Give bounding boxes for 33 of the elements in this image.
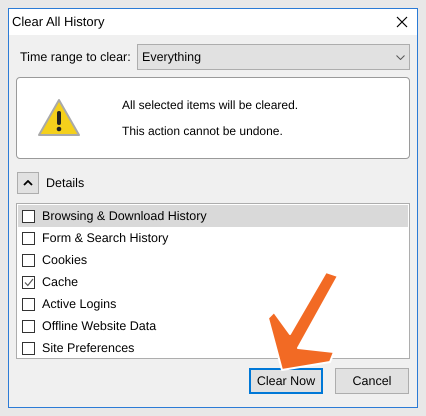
chevron-down-icon (396, 54, 405, 60)
warning-text: All selected items will be cleared. (122, 97, 298, 114)
item-label: Active Logins (42, 296, 116, 313)
dialog-button[interactable]: Clear Now (249, 368, 323, 394)
history-item[interactable]: Browsing & Download History (18, 205, 408, 227)
checkbox[interactable] (22, 232, 35, 244)
chevron-icon (23, 180, 33, 186)
history-item[interactable]: Cache (18, 271, 408, 293)
item-label: Form & Search History (42, 230, 168, 247)
window-title: Clear All History (12, 13, 104, 32)
item-label: Offline Website Data (42, 318, 156, 335)
item-label: Cache (42, 274, 78, 291)
item-label: Cookies (42, 252, 88, 269)
dialog-button[interactable]: Cancel (335, 368, 409, 394)
checkbox[interactable] (22, 254, 35, 266)
item-label: Site Preferences (42, 340, 134, 357)
history-item[interactable]: Site Preferences (18, 337, 408, 359)
history-item[interactable]: Active Logins (18, 293, 408, 315)
warning-icon (37, 98, 81, 138)
checkbox[interactable] (22, 276, 35, 288)
warning-text: This action cannot be undone. (122, 123, 284, 140)
checkbox[interactable] (22, 210, 35, 222)
history-item[interactable]: Form & Search History (18, 227, 408, 249)
checkbox[interactable] (22, 298, 35, 310)
history-item[interactable]: Cookies (18, 249, 408, 271)
time-range-label: Time range to clear: (20, 48, 132, 66)
checkbox[interactable] (22, 342, 35, 354)
checkbox[interactable] (22, 320, 35, 332)
history-item[interactable]: Offline Website Data (18, 315, 408, 337)
details-toggle[interactable] (17, 172, 39, 194)
time-range-dropdown[interactable]: Everything (137, 44, 410, 70)
item-label: Browsing & Download History (42, 208, 207, 225)
details-label: Details (46, 174, 84, 192)
